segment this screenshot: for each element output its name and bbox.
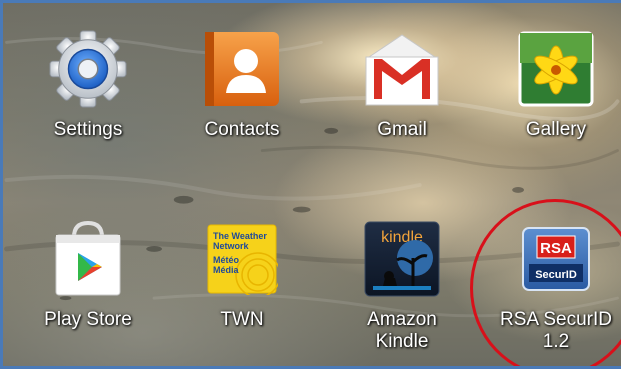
app-settings[interactable]: Settings xyxy=(18,29,158,179)
envelope-icon xyxy=(362,29,442,109)
app-gmail[interactable]: Gmail xyxy=(332,29,472,179)
gear-icon xyxy=(48,29,128,109)
twn-line4: Média xyxy=(213,265,240,275)
app-label: Contacts xyxy=(204,119,280,140)
app-label: Play Store xyxy=(44,309,132,330)
app-label: Gallery xyxy=(525,119,587,140)
shopping-bag-icon xyxy=(48,219,128,299)
app-play-store[interactable]: Play Store xyxy=(18,219,158,366)
app-amazon-kindle[interactable]: kindle Amazon Kindle xyxy=(332,219,472,366)
app-twn[interactable]: The Weather Network Météo Média TWN xyxy=(172,219,312,366)
app-label: Amazon Kindle xyxy=(367,309,437,353)
app-label-line1: Amazon xyxy=(367,309,437,330)
app-label: Settings xyxy=(53,119,123,140)
person-icon xyxy=(202,29,282,109)
home-screen: Settings Contacts Gmail Gallery Play Sto… xyxy=(0,0,621,369)
app-label: TWN xyxy=(220,309,264,330)
twn-line2: Network xyxy=(213,241,250,251)
twn-line3: Météo xyxy=(213,255,240,265)
app-label: Gmail xyxy=(377,119,427,140)
app-gallery[interactable]: Gallery xyxy=(486,29,621,179)
weather-network-icon: The Weather Network Météo Média xyxy=(202,219,282,299)
twn-line1: The Weather xyxy=(213,231,267,241)
app-contacts[interactable]: Contacts xyxy=(172,29,312,179)
app-label-line2: Kindle xyxy=(375,331,429,352)
kindle-icon: kindle xyxy=(362,219,442,299)
flower-icon xyxy=(516,29,596,109)
